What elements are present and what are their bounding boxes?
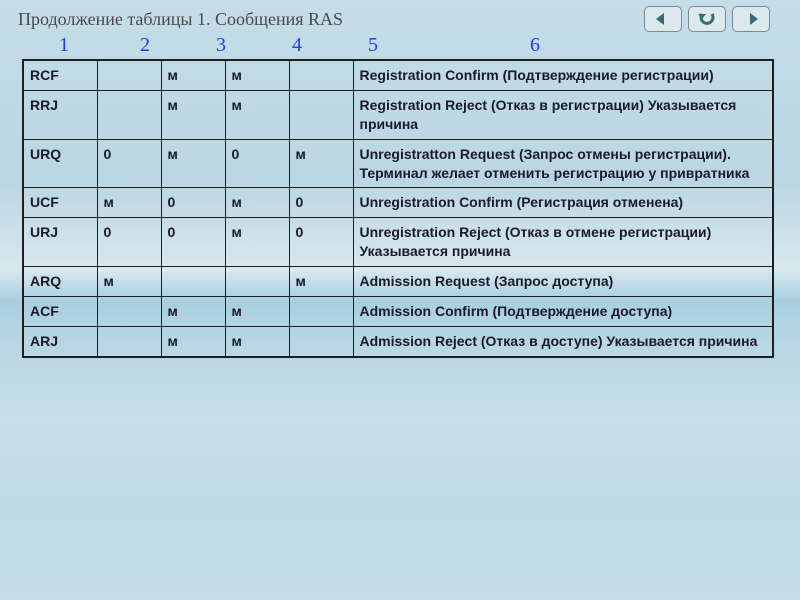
value-cell xyxy=(289,60,353,90)
value-cell xyxy=(97,90,161,139)
table-row: RCF мм Registration Confirm (Подтверждение… xyxy=(23,60,773,90)
col-header: 2 xyxy=(114,34,176,57)
description-cell: Admission Request (Запрос доступа) xyxy=(353,267,773,297)
table-row: ARQммAdmission Request (Запрос доступа) xyxy=(23,267,773,297)
value-cell xyxy=(289,297,353,327)
description-cell: Unregistratton Request (Запрос отмены ре… xyxy=(353,139,773,188)
code-cell: UCF xyxy=(23,188,97,218)
nav-bar xyxy=(644,6,782,32)
description-cell: Registration Confirm (Подтверждение реги… xyxy=(353,60,773,90)
code-cell: ARJ xyxy=(23,326,97,356)
description-cell: Unregistration Confirm (Регистрация отме… xyxy=(353,188,773,218)
value-cell: м xyxy=(161,297,225,327)
value-cell: м xyxy=(97,267,161,297)
code-cell: URJ xyxy=(23,218,97,267)
description-cell: Admission Confirm (Подтверждение доступа… xyxy=(353,297,773,327)
value-cell xyxy=(289,326,353,356)
value-cell: м xyxy=(161,90,225,139)
page-title: Продолжение таблицы 1. Сообщения RAS xyxy=(18,9,343,30)
table-row: ARJ мм Admission Reject (Отказ в доступе) … xyxy=(23,326,773,356)
col-header: 4 xyxy=(266,34,328,57)
code-cell: RRJ xyxy=(23,90,97,139)
value-cell: м xyxy=(225,188,289,218)
value-cell: м xyxy=(225,60,289,90)
table-row: URQ0м0мUnregistratton Request (Запрос от… xyxy=(23,139,773,188)
code-cell: URQ xyxy=(23,139,97,188)
description-cell: Registration Reject (Отказ в регистрации… xyxy=(353,90,773,139)
value-cell: 0 xyxy=(161,218,225,267)
table-row: UCFм0м0Unregistration Confirm (Регистрац… xyxy=(23,188,773,218)
value-cell: м xyxy=(161,60,225,90)
value-cell: м xyxy=(161,326,225,356)
table-row: ACF мм Admission Confirm (Подтверждение до… xyxy=(23,297,773,327)
value-cell: 0 xyxy=(225,139,289,188)
nav-undo-button[interactable] xyxy=(688,6,726,32)
value-cell: м xyxy=(97,188,161,218)
value-cell: 0 xyxy=(289,218,353,267)
code-cell: ARQ xyxy=(23,267,97,297)
value-cell: м xyxy=(225,297,289,327)
code-cell: ACF xyxy=(23,297,97,327)
value-cell: м xyxy=(225,218,289,267)
value-cell: 0 xyxy=(97,139,161,188)
col-header: 6 xyxy=(504,34,566,57)
value-cell: м xyxy=(289,139,353,188)
value-cell: м xyxy=(225,326,289,356)
nav-back-button[interactable] xyxy=(644,6,682,32)
value-cell: м xyxy=(289,267,353,297)
value-cell: 0 xyxy=(289,188,353,218)
value-cell xyxy=(97,297,161,327)
table-row: URJ00м0Unregistration Reject (Отказ в от… xyxy=(23,218,773,267)
value-cell xyxy=(289,90,353,139)
value-cell xyxy=(97,60,161,90)
value-cell: 0 xyxy=(97,218,161,267)
value-cell: м xyxy=(225,90,289,139)
value-cell: м xyxy=(161,139,225,188)
value-cell xyxy=(161,267,225,297)
value-cell xyxy=(225,267,289,297)
nav-forward-button[interactable] xyxy=(732,6,770,32)
value-cell: 0 xyxy=(161,188,225,218)
column-headers: 1 2 3 4 5 6 xyxy=(0,34,800,59)
description-cell: Admission Reject (Отказ в доступе) Указы… xyxy=(353,326,773,356)
description-cell: Unregistration Reject (Отказ в отмене ре… xyxy=(353,218,773,267)
messages-table: RCFммRegistration Confirm (Подтверждение… xyxy=(22,59,774,358)
col-header: 3 xyxy=(190,34,252,57)
table-row: RRJ мм Registration Reject (Отказ в регист… xyxy=(23,90,773,139)
col-header: 1 xyxy=(36,34,92,57)
code-cell: RCF xyxy=(23,60,97,90)
value-cell xyxy=(97,326,161,356)
col-header: 5 xyxy=(342,34,404,57)
